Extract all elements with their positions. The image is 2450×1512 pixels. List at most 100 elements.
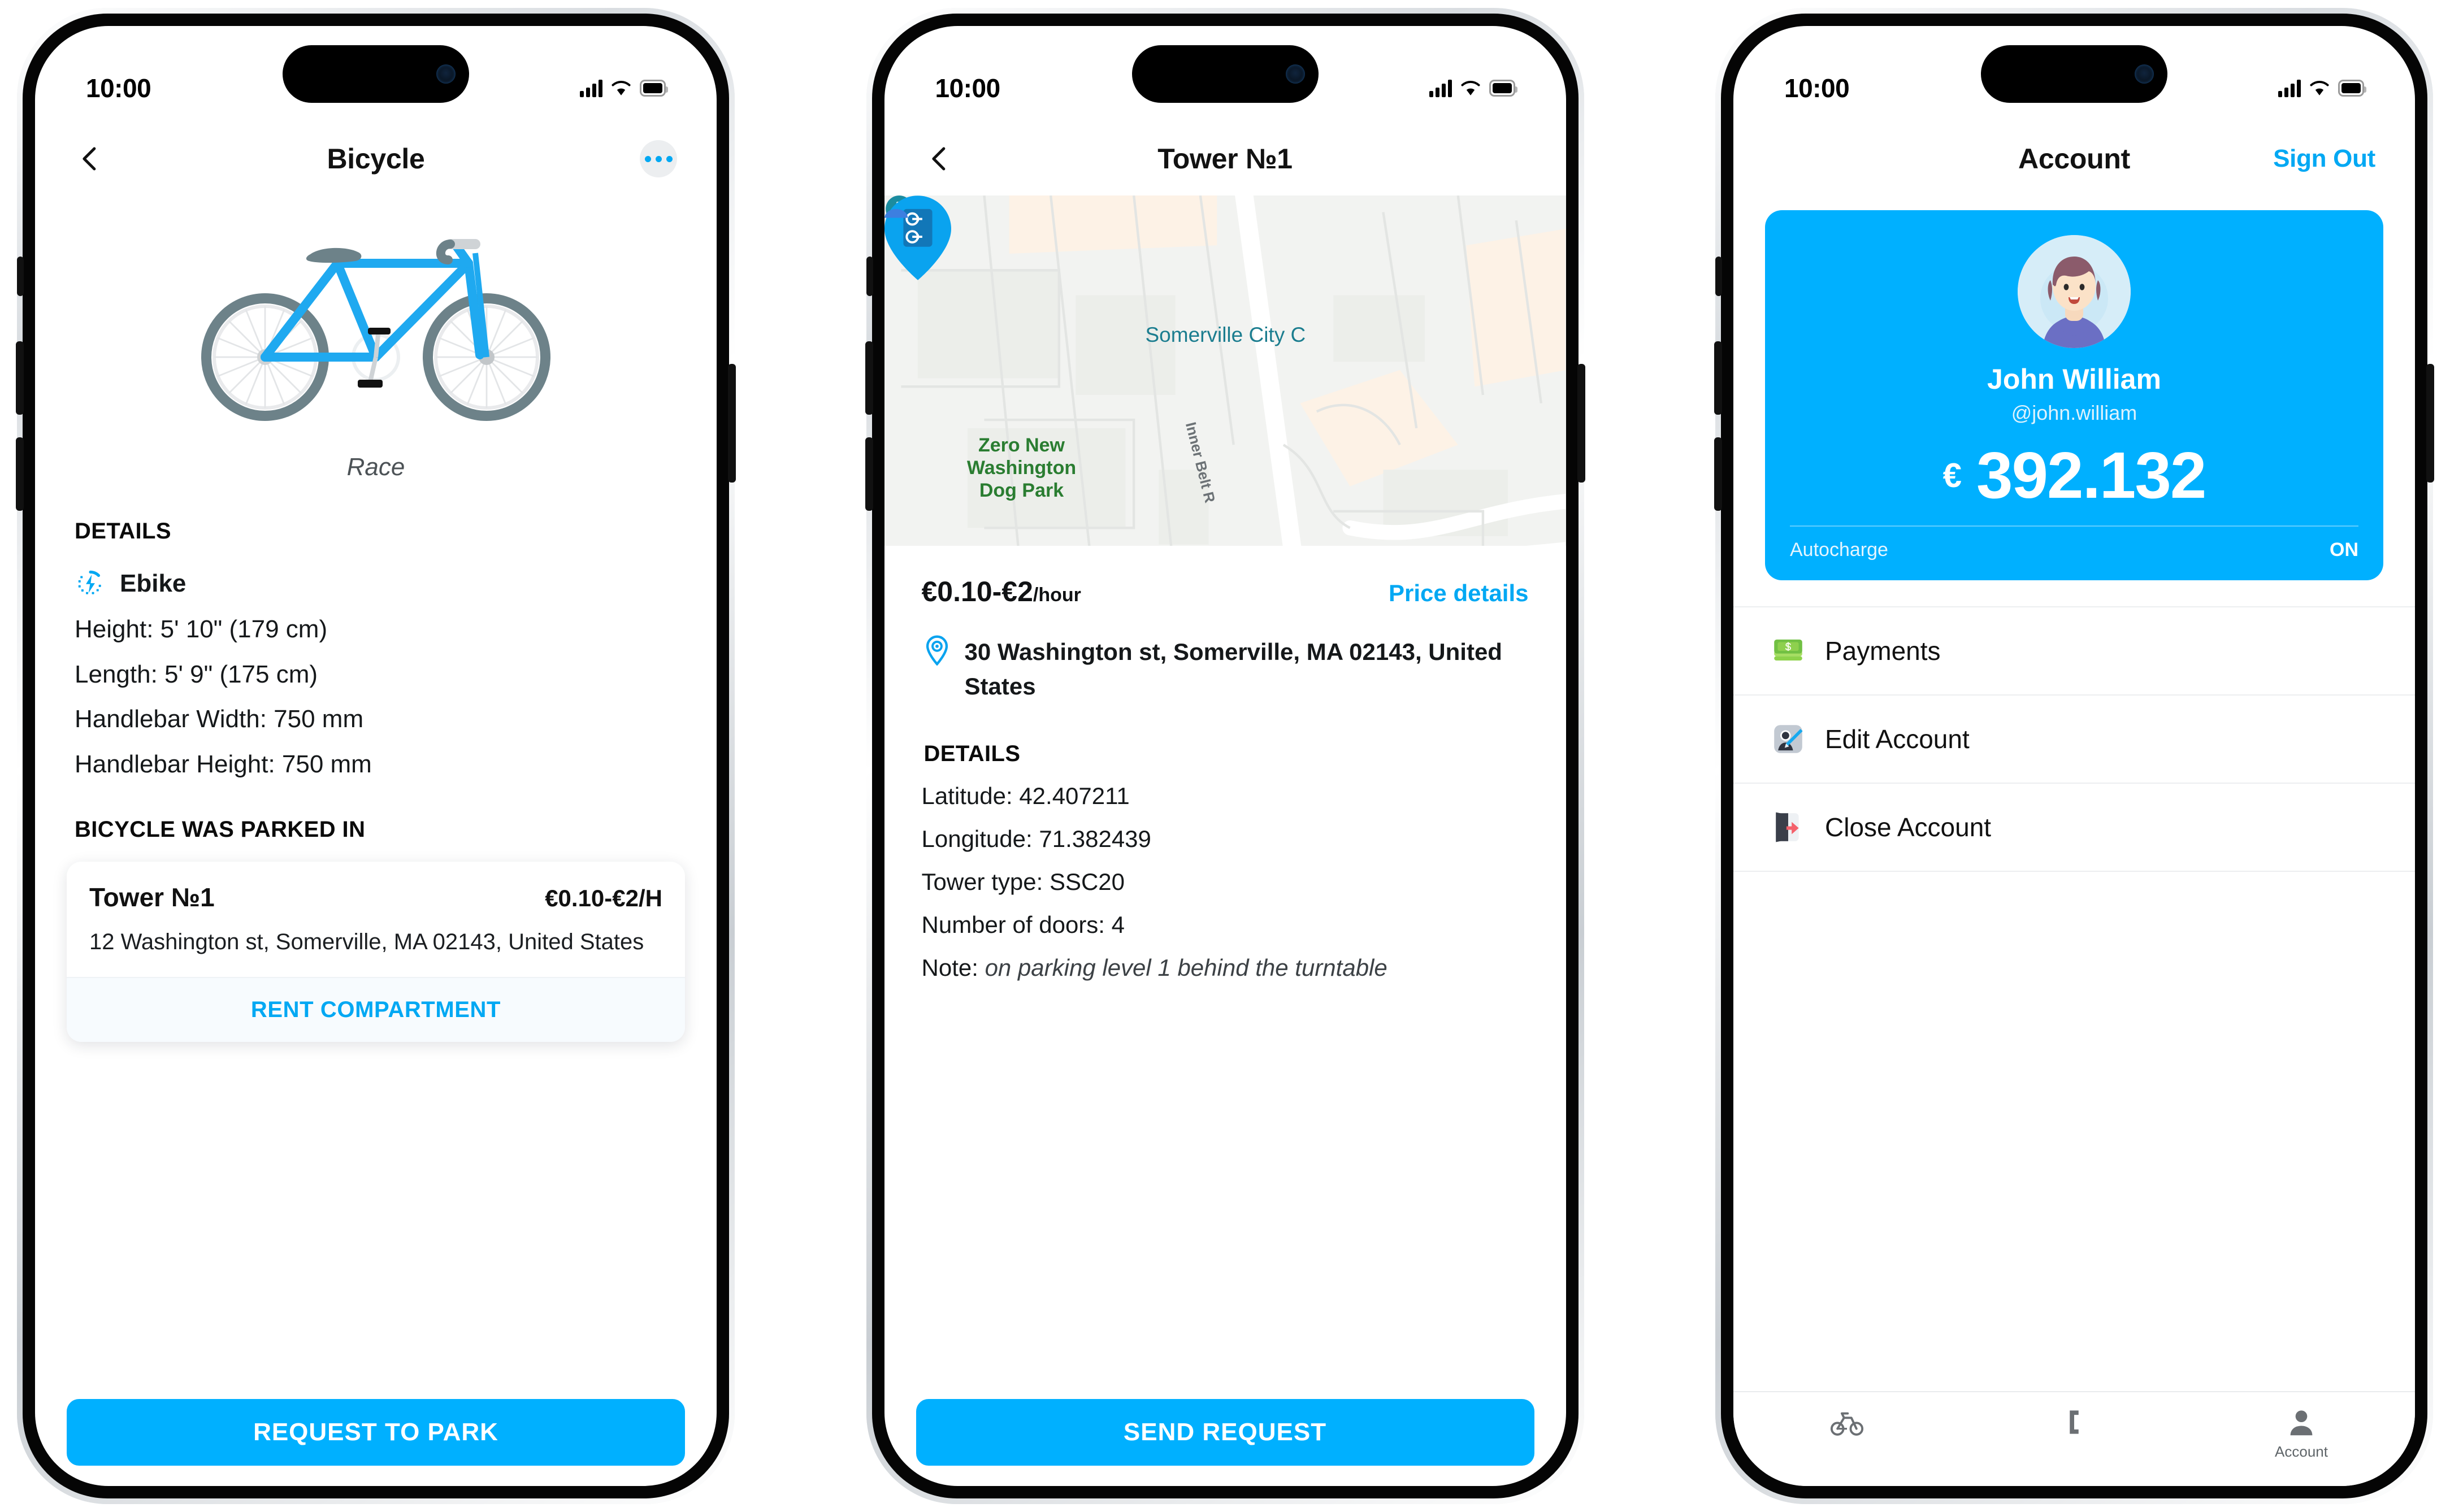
power-button[interactable] <box>1577 364 1585 483</box>
front-camera-icon <box>2135 64 2154 84</box>
content-account: John William @john.william € 392.132 Aut… <box>1733 195 2415 1486</box>
sign-out-button[interactable]: Sign Out <box>2273 145 2375 173</box>
details-heading: DETAILS <box>923 741 1021 766</box>
detail-label: Tower type: <box>921 868 1050 895</box>
account-name: John William <box>1987 363 2161 395</box>
power-button[interactable] <box>2426 364 2434 483</box>
menu-item-close-account[interactable]: Close Account <box>1733 784 2415 872</box>
spec-length: Length: 5' 9" (175 cm) <box>75 660 318 688</box>
detail-value: 42.407211 <box>1019 782 1130 809</box>
balance-row: € 392.132 <box>1790 437 2358 513</box>
wifi-icon <box>612 80 631 95</box>
phone-account: 10:00 Account Sign Out John William @joh… <box>1714 8 2434 1504</box>
detail-label: Note: <box>921 954 985 981</box>
status-bar: 10:00 <box>35 26 717 122</box>
status-clock: 10:00 <box>1784 73 1850 103</box>
tab-label: Account <box>2275 1443 2328 1460</box>
bicycle-caption: Race <box>346 453 405 481</box>
autocharge-row[interactable]: Autocharge ON <box>1790 539 2358 561</box>
menu-item-edit-account[interactable]: Edit Account <box>1733 696 2415 784</box>
screen-tower: 10:00 Tower №1 Somerville City C Zero Ne… <box>884 26 1566 1486</box>
status-icons <box>2278 79 2366 97</box>
tab-towers[interactable] <box>1961 1405 2188 1443</box>
nav-bar-bicycle: Bicycle <box>35 122 717 195</box>
price-details-link[interactable]: Price details <box>1389 580 1528 607</box>
tab-bicycles[interactable] <box>1733 1405 1961 1443</box>
parking-tower-card[interactable]: Tower №1 €0.10-€2/H 12 Washington st, So… <box>67 861 685 1042</box>
dot <box>655 155 662 162</box>
volume-down-button[interactable] <box>1714 437 1722 511</box>
tab-account[interactable]: Account <box>2188 1405 2415 1461</box>
content-tower: Somerville City C Zero New Washington Do… <box>884 195 1566 1486</box>
status-clock: 10:00 <box>935 73 1001 103</box>
price-amount: €0.10-€2 <box>921 576 1033 607</box>
detail-label: Longitude: <box>921 825 1039 852</box>
ebike-bolt-icon <box>78 570 101 594</box>
map-marker-partial-icon[interactable] <box>884 195 910 218</box>
cta-area: SEND REQUEST <box>884 1384 1566 1486</box>
detail-tower-type: Tower type: SSC20 <box>884 868 1566 896</box>
autocharge-value: ON <box>2330 539 2358 561</box>
detail-note: Note: on parking level 1 behind the turn… <box>884 954 1566 981</box>
rent-compartment-button[interactable]: RENT COMPARTMENT <box>67 976 685 1042</box>
dynamic-island <box>1131 45 1319 103</box>
dynamic-island <box>283 45 469 103</box>
volume-up-button[interactable] <box>1714 341 1722 415</box>
card-divider <box>1790 525 2358 527</box>
edit-account-icon <box>1774 725 1803 753</box>
send-request-button[interactable]: SEND REQUEST <box>916 1399 1534 1466</box>
ebike-row: Ebike <box>35 568 717 599</box>
ebike-label: Ebike <box>120 570 187 597</box>
map-view[interactable]: Somerville City C Zero New Washington Do… <box>884 195 1566 546</box>
close-account-icon <box>1776 812 1799 842</box>
request-to-park-button[interactable]: REQUEST TO PARK <box>67 1399 685 1466</box>
spec-height: Height: 5' 10" (179 cm) <box>75 615 328 643</box>
volume-up-button[interactable] <box>865 341 873 415</box>
battery-icon <box>640 80 668 97</box>
nav-right <box>640 140 677 177</box>
details-heading: DETAILS <box>75 519 171 544</box>
parking-card-body: Tower №1 €0.10-€2/H 12 Washington st, So… <box>67 862 685 977</box>
account-handle: @john.william <box>2011 401 2137 424</box>
address-text: 30 Washington st, Somerville, MA 02143, … <box>964 638 1502 699</box>
detail-value: 71.382439 <box>1039 825 1151 852</box>
tower-address: 12 Washington st, Somerville, MA 02143, … <box>89 929 644 954</box>
volume-down-button[interactable] <box>865 437 873 511</box>
volume-down-button[interactable] <box>16 437 24 511</box>
phone-tower-detail: 10:00 Tower №1 Somerville City C Zero Ne… <box>865 8 1585 1504</box>
detail-latitude: Latitude: 42.407211 <box>884 783 1566 810</box>
chevron-left-icon[interactable] <box>924 144 955 174</box>
parked-in-heading: BICYCLE WAS PARKED IN <box>75 816 366 842</box>
chevron-left-icon[interactable] <box>75 144 105 174</box>
power-button[interactable] <box>728 364 736 483</box>
avatar[interactable] <box>2018 235 2131 348</box>
menu-label: Close Account <box>1825 813 1992 842</box>
status-icons <box>580 79 668 97</box>
detail-longitude: Longitude: 71.382439 <box>884 825 1566 853</box>
silence-switch[interactable] <box>17 257 24 296</box>
menu-item-payments[interactable]: Payments <box>1733 606 2415 696</box>
screen-account: 10:00 Account Sign Out John William @joh… <box>1733 26 2415 1486</box>
map-park-label: Zero New Washington Dog Park <box>966 435 1077 502</box>
silence-switch[interactable] <box>866 257 873 296</box>
tower-name: Tower №1 <box>89 882 215 912</box>
detail-number-of-doors: Number of doors: 4 <box>884 911 1566 939</box>
currency-symbol: € <box>1942 456 1962 494</box>
location-pin-icon <box>926 635 948 666</box>
account-person-icon <box>2290 1410 2313 1436</box>
detail-value: SSC20 <box>1049 868 1125 895</box>
silence-switch[interactable] <box>1715 257 1722 296</box>
menu-label: Payments <box>1825 636 1941 666</box>
volume-up-button[interactable] <box>16 341 24 415</box>
status-icons <box>1429 79 1517 97</box>
nav-right: Sign Out <box>2273 145 2375 173</box>
spec-handlebar-height: Handlebar Height: 750 mm <box>75 750 372 779</box>
page-title: Tower №1 <box>1157 143 1293 175</box>
dot <box>666 155 673 162</box>
account-balance-card: John William @john.william € 392.132 Aut… <box>1765 210 2383 580</box>
parking-card-header: Tower №1 €0.10-€2/H <box>89 882 662 913</box>
cellular-signal-icon <box>2278 79 2301 97</box>
user-avatar-icon <box>2018 235 2131 348</box>
more-dots-icon[interactable] <box>640 140 677 177</box>
price-unit: /hour <box>1033 584 1081 606</box>
